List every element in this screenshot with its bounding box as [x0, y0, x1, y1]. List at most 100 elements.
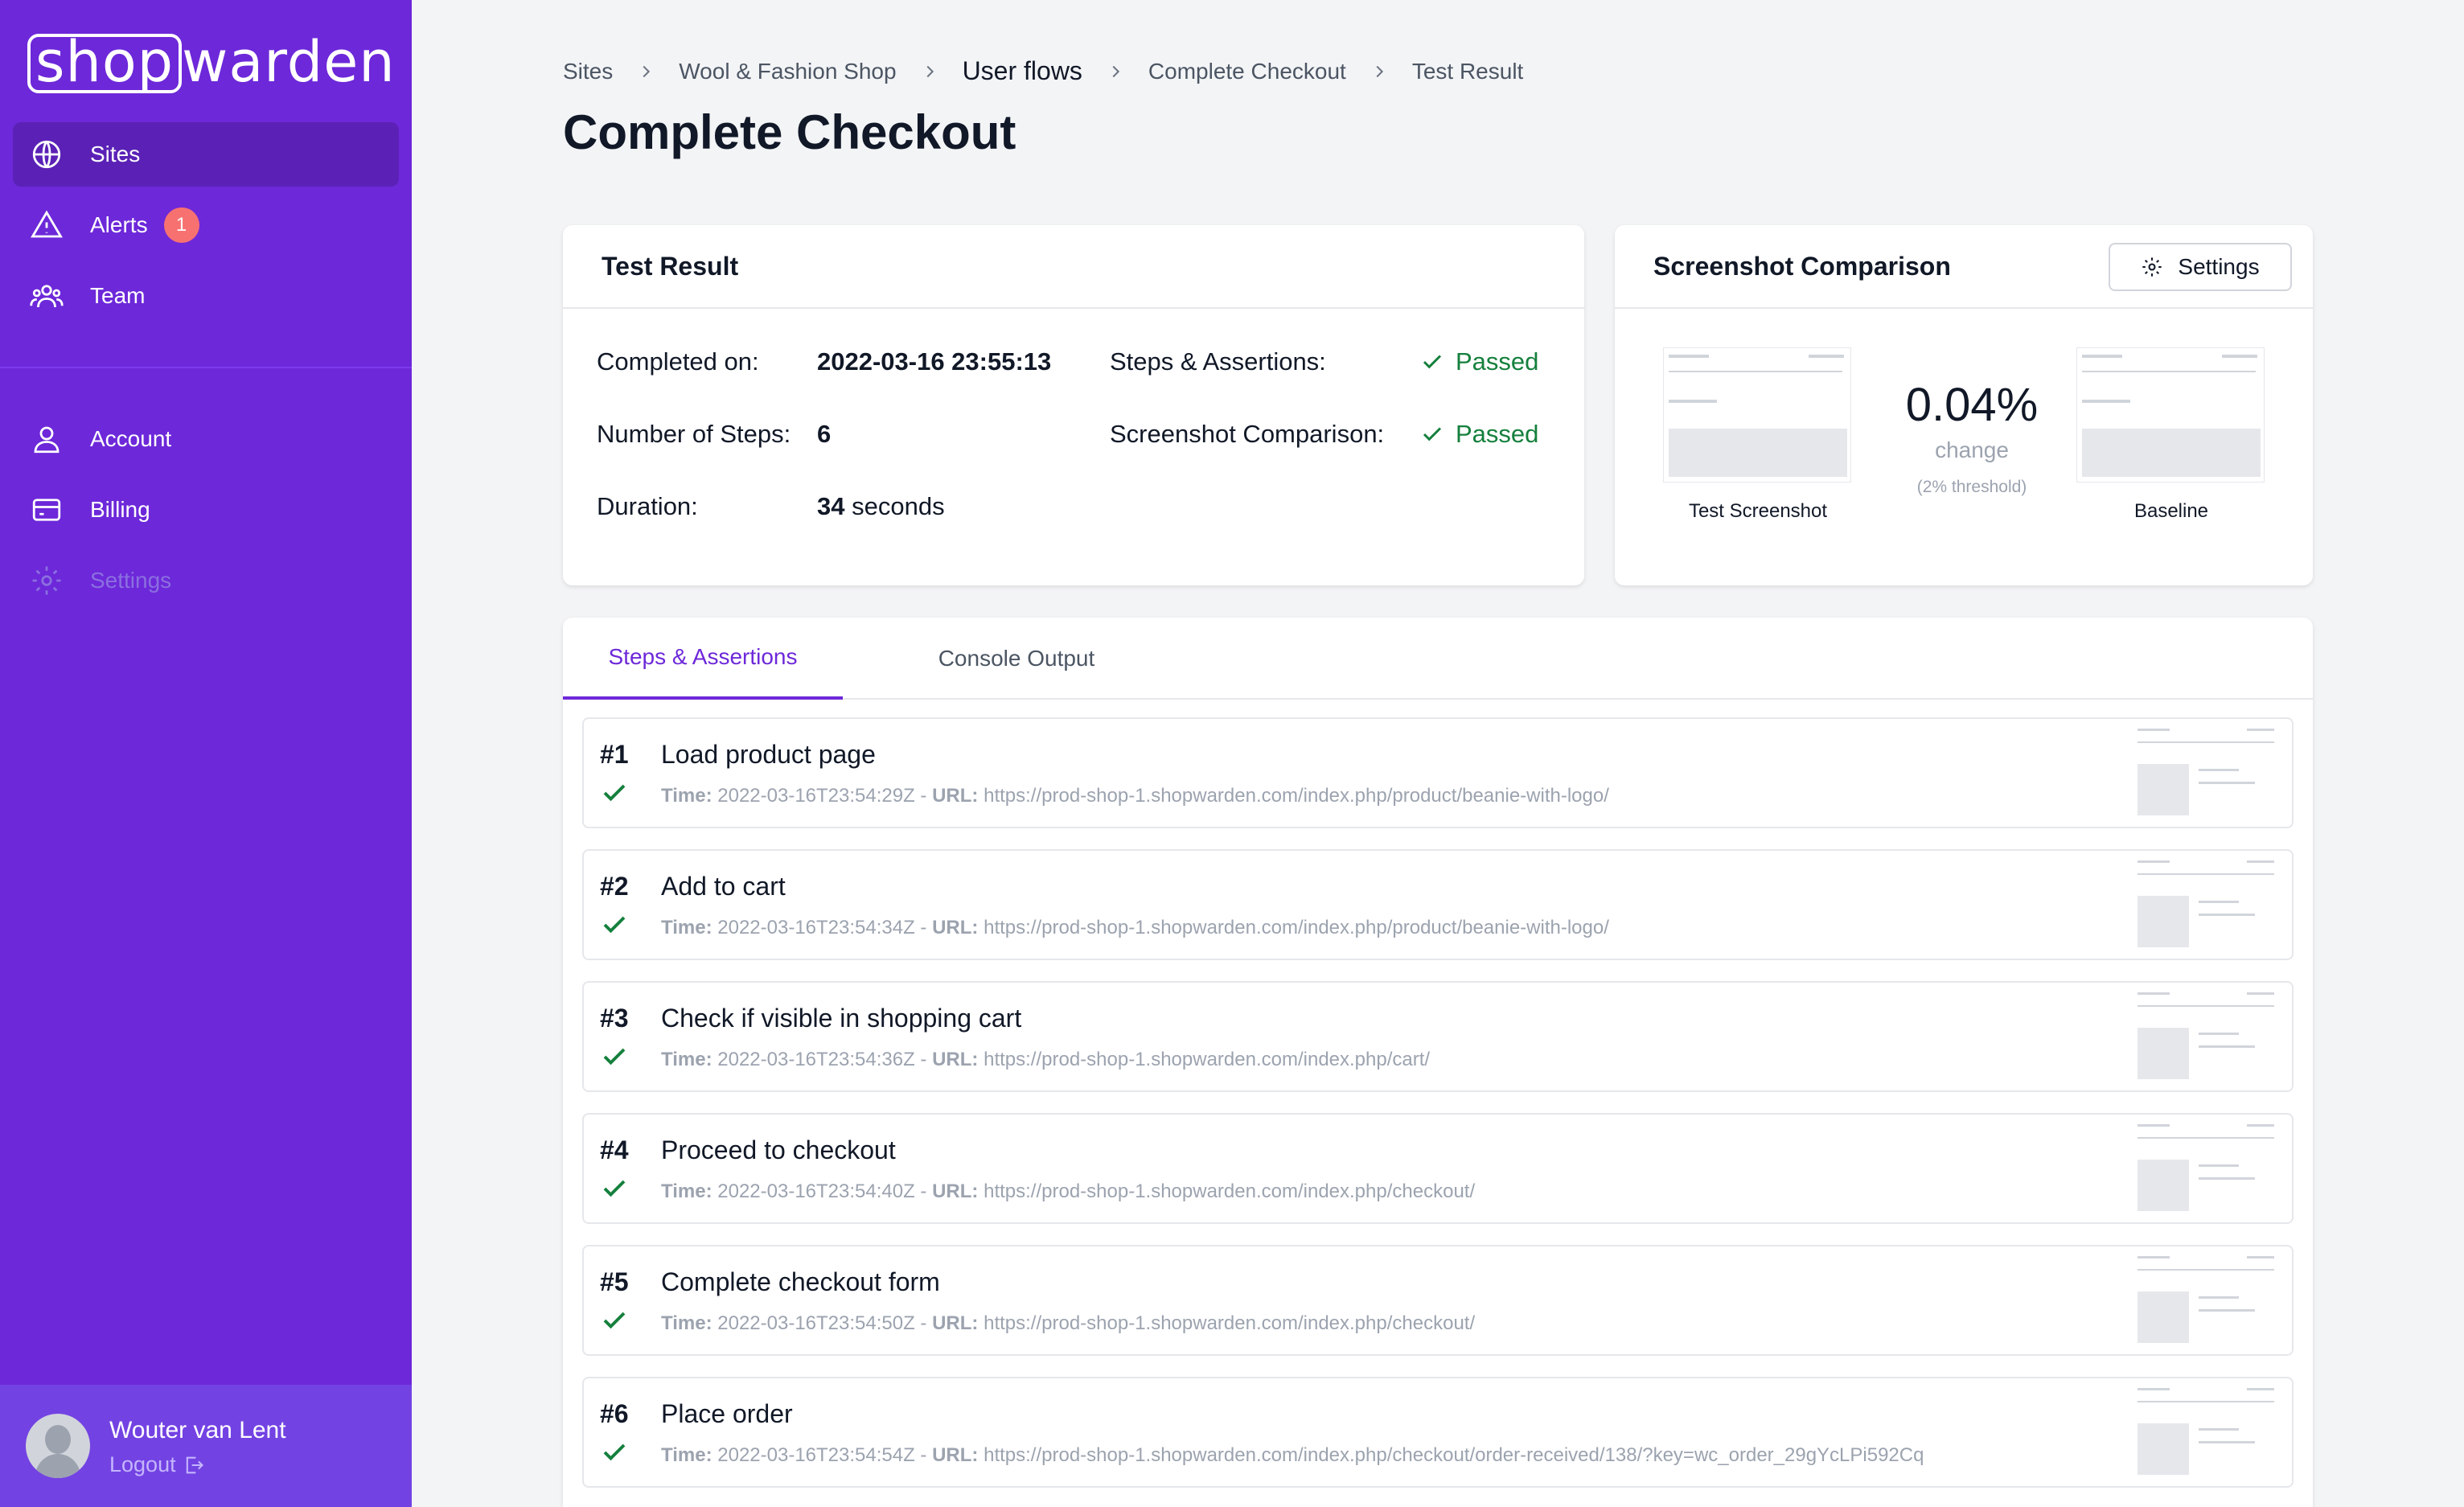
step-screenshot-thumbnail[interactable]	[2134, 856, 2279, 955]
step-screenshot-thumbnail[interactable]	[2134, 988, 2279, 1087]
sidebar-item-alerts[interactable]: Alerts 1	[13, 193, 399, 257]
threshold-label: (2% threshold)	[1916, 478, 2027, 496]
test-screenshot-thumbnail[interactable]	[1663, 347, 1851, 482]
breadcrumb-test-result: Test Result	[1411, 58, 1524, 84]
step-meta: Time: 2022-03-16T23:54:50Z - URL: https:…	[661, 1312, 1476, 1334]
sidebar-divider	[0, 367, 412, 368]
assertions-status: Passed	[1420, 347, 1538, 376]
step-row-3[interactable]: #3 Check if visible in shopping cart Tim…	[582, 981, 2294, 1092]
step-number: #2	[600, 872, 629, 901]
completed-value: 2022-03-16 23:55:13	[817, 347, 1052, 376]
sidebar-item-team[interactable]: Team	[13, 264, 399, 328]
check-icon	[600, 1174, 629, 1203]
step-title: Add to cart	[661, 872, 786, 901]
test-screenshot-label: Test Screenshot	[1688, 500, 1828, 522]
tab-console-output[interactable]: Console Output	[877, 618, 1156, 700]
steps-count-label: Number of Steps:	[597, 420, 791, 448]
duration-label: Duration:	[597, 492, 698, 520]
breadcrumb: Sites Wool & Fashion Shop User flows Com…	[563, 56, 1523, 86]
breadcrumb-user-flows[interactable]: User flows	[963, 56, 1082, 86]
check-icon	[600, 910, 629, 939]
sidebar-item-settings[interactable]: Settings	[13, 548, 399, 613]
credit-card-icon	[29, 492, 64, 528]
sidebar-item-sites[interactable]: Sites	[13, 122, 399, 187]
users-icon	[29, 278, 64, 314]
step-title: Check if visible in shopping cart	[661, 1004, 1022, 1033]
chevron-right-icon	[637, 63, 655, 80]
sidebar-item-label: Alerts	[90, 212, 148, 237]
comparison-label: Screenshot Comparison:	[1110, 420, 1385, 448]
chevron-right-icon	[921, 63, 938, 80]
sidebar-item-label: Team	[90, 283, 146, 308]
step-meta: Time: 2022-03-16T23:54:40Z - URL: https:…	[661, 1181, 1476, 1202]
gear-icon	[29, 563, 64, 598]
step-number: #1	[600, 740, 629, 769]
gear-icon	[2142, 257, 2162, 277]
page-title: Complete Checkout	[563, 105, 1016, 159]
change-label: change	[1935, 437, 2009, 462]
warning-triangle-icon	[29, 207, 64, 243]
test-result-header: Test Result	[563, 225, 1584, 309]
chevron-right-icon	[1370, 63, 1388, 80]
breadcrumb-flow[interactable]: Complete Checkout	[1148, 59, 1346, 84]
screenshot-comparison-card: Screenshot Comparison Settings Test Scre…	[1615, 225, 2313, 585]
user-panel: Wouter van Lent Logout	[0, 1385, 412, 1507]
step-number: #6	[600, 1399, 629, 1428]
step-row-4[interactable]: #4 Proceed to checkout Time: 2022-03-16T…	[582, 1113, 2294, 1224]
tab-bar: Steps & Assertions Console Output	[563, 618, 2313, 700]
step-screenshot-thumbnail[interactable]	[2134, 724, 2279, 823]
avatar[interactable]	[26, 1414, 90, 1478]
test-result-card: Test Result Completed on: 2022-03-16 23:…	[563, 225, 1584, 585]
alerts-count-badge: 1	[163, 207, 199, 243]
chevron-right-icon	[1107, 63, 1124, 80]
step-meta: Time: 2022-03-16T23:54:54Z - URL: https:…	[661, 1444, 1924, 1466]
sidebar-item-label: Billing	[90, 497, 150, 522]
completed-label: Completed on:	[597, 347, 759, 376]
check-icon	[1423, 355, 1442, 369]
baseline-thumbnail[interactable]	[2076, 347, 2265, 482]
sidebar-item-label: Account	[90, 426, 172, 451]
step-title: Proceed to checkout	[661, 1135, 896, 1164]
comparison-settings-button[interactable]: Settings	[2109, 243, 2292, 291]
breadcrumb-site[interactable]: Wool & Fashion Shop	[679, 59, 896, 84]
sidebar-item-account[interactable]: Account	[13, 407, 399, 471]
steps-count-value: 6	[817, 420, 832, 448]
change-percentage: 0.04%	[1905, 379, 2039, 431]
check-icon	[600, 1042, 629, 1071]
sidebar: shop warden Sites Alerts 1 Team Account B…	[0, 0, 412, 1507]
step-screenshot-thumbnail[interactable]	[2134, 1251, 2279, 1351]
duration-value: 34 seconds	[817, 492, 945, 520]
comparison-status: Passed	[1420, 420, 1538, 449]
step-screenshot-thumbnail[interactable]	[2134, 1383, 2279, 1483]
step-meta: Time: 2022-03-16T23:54:34Z - URL: https:…	[661, 917, 1609, 938]
breadcrumb-sites[interactable]: Sites	[563, 59, 613, 84]
user-icon	[29, 421, 64, 457]
step-row-5[interactable]: #5 Complete checkout form Time: 2022-03-…	[582, 1245, 2294, 1356]
step-title: Place order	[661, 1399, 793, 1428]
sidebar-item-billing[interactable]: Billing	[13, 478, 399, 542]
step-number: #4	[600, 1135, 629, 1164]
step-number: #5	[600, 1267, 629, 1296]
check-icon	[1423, 427, 1442, 441]
steps-card: Steps & Assertions Console Output #1 Loa…	[563, 618, 2313, 1507]
logout-link[interactable]: Logout	[109, 1452, 205, 1477]
tab-steps-assertions[interactable]: Steps & Assertions	[563, 618, 843, 700]
check-icon	[600, 1306, 629, 1335]
step-meta: Time: 2022-03-16T23:54:29Z - URL: https:…	[661, 785, 1609, 807]
step-title: Complete checkout form	[661, 1267, 940, 1296]
user-name: Wouter van Lent	[109, 1417, 286, 1443]
step-row-1[interactable]: #1 Load product page Time: 2022-03-16T23…	[582, 717, 2294, 828]
shopwarden-logo[interactable]: shop warden	[27, 29, 396, 95]
step-screenshot-thumbnail[interactable]	[2134, 1119, 2279, 1219]
step-row-6[interactable]: #6 Place order Time: 2022-03-16T23:54:54…	[582, 1377, 2294, 1488]
step-title: Load product page	[661, 740, 876, 769]
baseline-label: Baseline	[2133, 500, 2209, 522]
sidebar-item-label: Settings	[90, 568, 172, 593]
globe-icon	[29, 137, 64, 172]
step-row-2[interactable]: #2 Add to cart Time: 2022-03-16T23:54:34…	[582, 849, 2294, 960]
check-icon	[600, 1438, 629, 1467]
assertions-label: Steps & Assertions:	[1110, 347, 1326, 376]
check-icon	[600, 778, 629, 807]
step-number: #3	[600, 1004, 629, 1033]
step-meta: Time: 2022-03-16T23:54:36Z - URL: https:…	[661, 1049, 1431, 1070]
